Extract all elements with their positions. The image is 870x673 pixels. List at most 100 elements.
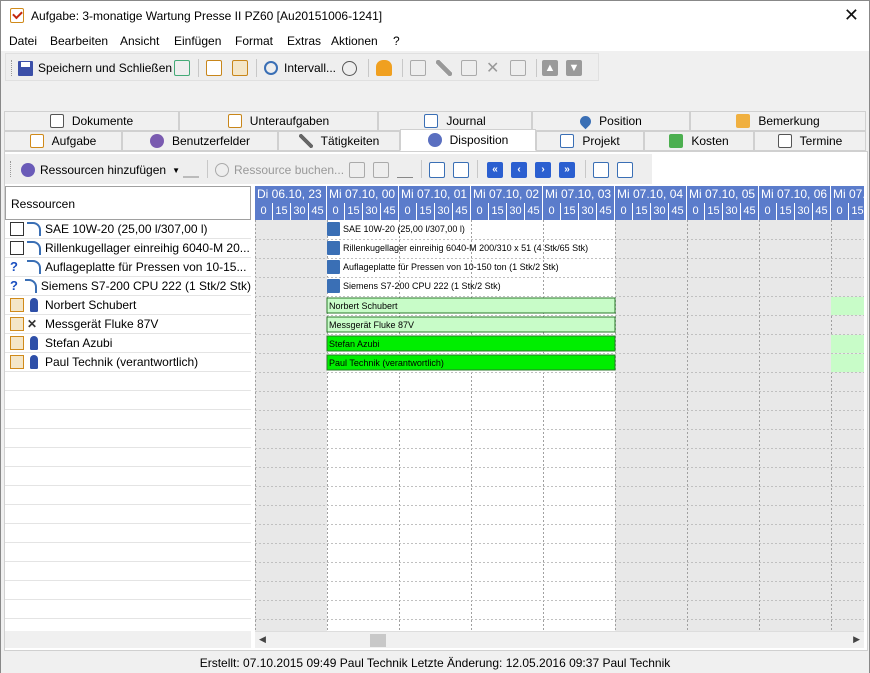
material-booking[interactable]: Rillenkugellager einreihig 6040-M 200/31… <box>327 241 588 255</box>
resource-row[interactable]: ? Siemens S7-200 CPU 222 (1 Stk/2 Stk) <box>5 277 251 296</box>
calendar-day-button[interactable] <box>593 160 609 180</box>
calc-button[interactable] <box>349 160 365 180</box>
title-bar: Aufgabe: 3-monatige Wartung Presse II PZ… <box>1 1 869 31</box>
separator <box>402 59 403 77</box>
tool-button[interactable] <box>436 58 452 78</box>
menu-datei[interactable]: Datei <box>9 34 37 48</box>
task-check-icon <box>206 60 222 76</box>
edit-booking-button[interactable] <box>373 160 389 180</box>
remove-resource-button[interactable] <box>183 160 199 180</box>
menu-format[interactable]: Format <box>235 34 273 48</box>
tab-aufgabe[interactable]: Aufgabe <box>4 131 122 151</box>
menu-aktionen[interactable]: Aktionen <box>331 34 378 48</box>
horizontal-scrollbar[interactable]: ◀ ▶ <box>255 631 864 648</box>
scroll-left-icon[interactable]: ◀ <box>259 634 266 645</box>
tab-unteraufgaben[interactable]: Unteraufgaben <box>179 111 378 131</box>
check-task-button[interactable] <box>206 58 222 78</box>
resource-row[interactable]: Rillenkugellager einreihig 6040-M 20... <box>5 239 251 258</box>
person-icon <box>30 355 38 369</box>
first-button[interactable]: « <box>487 160 503 180</box>
resource-row[interactable]: ✕ Messgerät Fluke 87V <box>5 315 251 334</box>
next-button[interactable]: › <box>535 160 551 180</box>
calendar-week-button[interactable] <box>617 160 633 180</box>
book-resource-button[interactable]: Ressource buchen... <box>215 160 344 180</box>
material-booking[interactable]: SAE 10W-20 (25,00 l/307,00 l) <box>327 222 465 236</box>
minute-header: 30 <box>651 203 669 220</box>
move-up-button[interactable]: ▲ <box>542 58 558 78</box>
person-icon <box>30 336 38 350</box>
add-resources-button[interactable]: Ressourcen hinzufügen ▼ <box>21 160 180 180</box>
gantt-grid[interactable]: SAE 10W-20 (25,00 l/307,00 l) Rillenkugel… <box>255 220 864 631</box>
tab-bemerkung[interactable]: Bemerkung <box>690 111 866 131</box>
resource-row[interactable]: Stefan Azubi <box>5 334 251 353</box>
add-user-icon <box>21 163 35 177</box>
menu-einfuegen[interactable]: Einfügen <box>174 34 221 48</box>
hour-header: Mi 07.10, 04 <box>615 186 687 203</box>
project-icon <box>560 134 575 148</box>
tab-projekt[interactable]: Projekt <box>536 131 644 151</box>
availability-marker <box>831 335 864 353</box>
export-button[interactable] <box>174 58 190 78</box>
reminder-button[interactable] <box>376 58 392 78</box>
menu-ansicht[interactable]: Ansicht <box>120 34 159 48</box>
minute-header: 15 <box>417 203 435 220</box>
view-list-button[interactable] <box>429 160 445 180</box>
schedule-button[interactable] <box>342 58 357 78</box>
minute-header: 15 <box>345 203 363 220</box>
empty-row <box>5 486 251 505</box>
resource-row[interactable]: Norbert Schubert <box>5 296 251 315</box>
minute-header: 45 <box>309 203 327 220</box>
chevron-right-icon: › <box>535 162 551 178</box>
copy-button[interactable] <box>510 58 526 78</box>
menu-bearbeiten[interactable]: Bearbeiten <box>50 34 108 48</box>
minute-header: 0 <box>255 203 273 220</box>
menu-help[interactable]: ? <box>393 34 400 48</box>
booked-icon <box>10 222 24 236</box>
sign-button[interactable] <box>397 160 413 180</box>
edit-button[interactable] <box>461 58 477 78</box>
tab-termine[interactable]: Termine <box>754 131 866 151</box>
tab-position[interactable]: Position <box>532 111 690 131</box>
tab-disposition[interactable]: Disposition <box>400 129 536 151</box>
menu-extras[interactable]: Extras <box>287 34 321 48</box>
booking-label: Messgerät Fluke 87V <box>329 320 414 330</box>
scroll-right-icon[interactable]: ▶ <box>853 634 860 645</box>
move-down-button[interactable]: ▼ <box>566 58 582 78</box>
material-booking[interactable]: Siemens S7-200 CPU 222 (1 Stk/2 Stk) <box>327 279 501 293</box>
separator <box>585 160 586 178</box>
gantt-minute-header: 0 15 30 45 0 15 30 45 0 15 30 45 0 15 30 45 0 15 30 45 0 15 30… <box>255 203 864 220</box>
tab-benutzerfelder[interactable]: Benutzerfelder <box>122 131 278 151</box>
empty-row <box>5 581 251 600</box>
material-booking[interactable]: Auflageplatte für Pressen von 10-150 ton… <box>327 260 559 274</box>
resource-row[interactable]: Paul Technik (verantwortlich) <box>5 353 251 372</box>
print-button[interactable] <box>232 58 248 78</box>
tab-journal[interactable]: Journal <box>378 111 532 131</box>
empty-row <box>5 562 251 581</box>
tab-taetigkeiten[interactable]: Tätigkeiten <box>278 131 400 151</box>
window-title: Aufgabe: 3-monatige Wartung Presse II PZ… <box>31 9 383 23</box>
last-button[interactable]: » <box>559 160 575 180</box>
view-detail-button[interactable] <box>453 160 469 180</box>
close-button[interactable]: ✕ <box>844 5 859 25</box>
delete-button[interactable]: ✕ <box>486 58 499 78</box>
tab-dokumente[interactable]: Dokumente <box>4 111 179 131</box>
prev-button[interactable]: ‹ <box>511 160 527 180</box>
scroll-thumb[interactable] <box>370 634 386 647</box>
doc-button[interactable] <box>410 58 426 78</box>
minute-header: 30 <box>723 203 741 220</box>
empty-row <box>5 372 251 391</box>
calendar-icon <box>593 162 609 178</box>
resources-list: SAE 10W-20 (25,00 l/307,00 l) Rillenkugel… <box>5 220 251 638</box>
resource-row[interactable]: SAE 10W-20 (25,00 l/307,00 l) <box>5 220 251 239</box>
minute-header: 0 <box>831 203 849 220</box>
resource-row[interactable]: ? Auflageplatte für Pressen von 10-15... <box>5 258 251 277</box>
intervall-button[interactable]: Intervall... <box>264 58 336 78</box>
minute-header: 0 <box>327 203 345 220</box>
minute-header: 30 <box>795 203 813 220</box>
application-window: Aufgabe: 3-monatige Wartung Presse II PZ… <box>0 0 870 673</box>
save-close-button[interactable]: Speichern und Schließen <box>18 58 172 78</box>
tab-label: Aufgabe <box>51 134 97 148</box>
non-working-time <box>255 220 327 631</box>
tab-label: Disposition <box>449 133 509 147</box>
tab-kosten[interactable]: Kosten <box>644 131 754 151</box>
